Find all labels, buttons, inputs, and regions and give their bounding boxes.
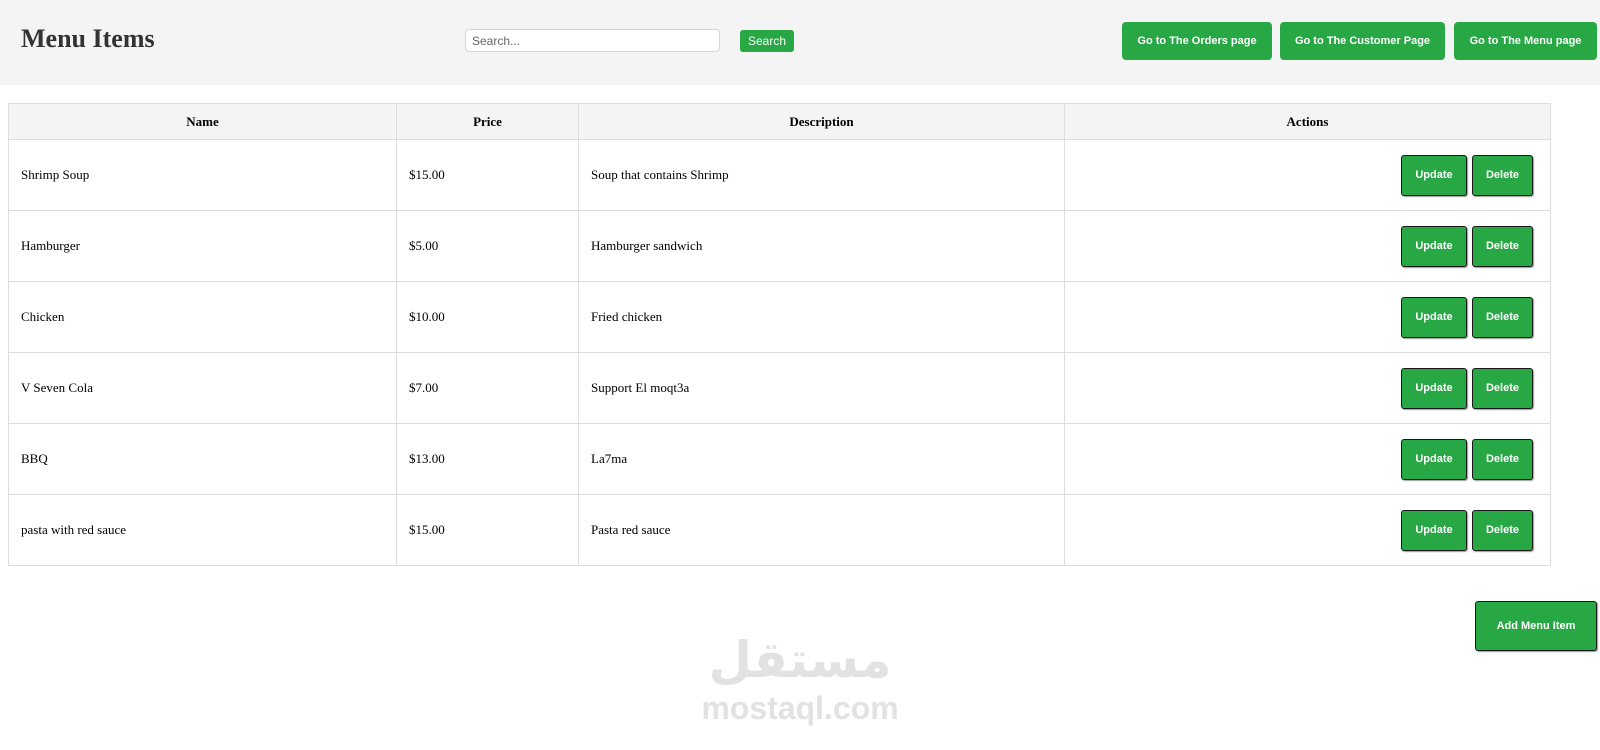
delete-button[interactable]: Delete [1472, 296, 1533, 338]
search-button[interactable]: Search [740, 30, 794, 52]
item-price: $10.00 [396, 281, 579, 353]
item-actions: Update Delete [1064, 139, 1551, 211]
item-actions: Update Delete [1064, 281, 1551, 353]
item-actions: Update Delete [1064, 423, 1551, 495]
table-header-row: Name Price Description Actions [8, 103, 1551, 140]
item-name: Chicken [8, 281, 397, 353]
item-description: Soup that contains Shrimp [578, 139, 1065, 211]
item-description: Fried chicken [578, 281, 1065, 353]
update-button[interactable]: Update [1401, 154, 1467, 196]
item-description: Pasta red sauce [578, 494, 1065, 566]
update-button[interactable]: Update [1401, 438, 1467, 480]
add-menu-item-button[interactable]: Add Menu Item [1475, 601, 1597, 651]
delete-button[interactable]: Delete [1472, 367, 1533, 409]
item-name: Shrimp Soup [8, 139, 397, 211]
delete-button[interactable]: Delete [1472, 509, 1533, 551]
item-price: $15.00 [396, 494, 579, 566]
update-button[interactable]: Update [1401, 509, 1467, 551]
watermark-logo: مستقل [708, 631, 892, 689]
menu-items-table: Name Price Description Actions Shrimp So… [8, 103, 1551, 566]
delete-button[interactable]: Delete [1472, 438, 1533, 480]
item-description: La7ma [578, 423, 1065, 495]
top-bar: Menu Items Search Go to The Orders page … [0, 0, 1600, 85]
item-actions: Update Delete [1064, 352, 1551, 424]
item-name: V Seven Cola [8, 352, 397, 424]
item-price: $5.00 [396, 210, 579, 282]
column-header-price: Price [396, 103, 579, 140]
item-actions: Update Delete [1064, 210, 1551, 282]
orders-page-button[interactable]: Go to The Orders page [1122, 22, 1272, 60]
item-name: BBQ [8, 423, 397, 495]
item-price: $15.00 [396, 139, 579, 211]
table-row: Hamburger $5.00 Hamburger sandwich Updat… [8, 210, 1551, 282]
item-actions: Update Delete [1064, 494, 1551, 566]
table-row: V Seven Cola $7.00 Support El moqt3a Upd… [8, 352, 1551, 424]
column-header-actions: Actions [1064, 103, 1551, 140]
item-description: Hamburger sandwich [578, 210, 1065, 282]
delete-button[interactable]: Delete [1472, 154, 1533, 196]
search-input[interactable] [465, 29, 720, 52]
page-title: Menu Items [21, 24, 155, 53]
watermark-text: mostaql.com [701, 690, 899, 726]
column-header-name: Name [8, 103, 397, 140]
delete-button[interactable]: Delete [1472, 225, 1533, 267]
column-header-description: Description [578, 103, 1065, 140]
item-name: Hamburger [8, 210, 397, 282]
item-price: $13.00 [396, 423, 579, 495]
table-row: Shrimp Soup $15.00 Soup that contains Sh… [8, 139, 1551, 211]
item-description: Support El moqt3a [578, 352, 1065, 424]
menu-page-button[interactable]: Go to The Menu page [1454, 22, 1597, 60]
table-row: Chicken $10.00 Fried chicken Update Delet… [8, 281, 1551, 353]
table-row: pasta with red sauce $15.00 Pasta red sa… [8, 494, 1551, 566]
customer-page-button[interactable]: Go to The Customer Page [1280, 22, 1445, 60]
item-name: pasta with red sauce [8, 494, 397, 566]
update-button[interactable]: Update [1401, 367, 1467, 409]
update-button[interactable]: Update [1401, 296, 1467, 338]
update-button[interactable]: Update [1401, 225, 1467, 267]
watermark: مستقل mostaql.com [680, 630, 920, 740]
table-row: BBQ $13.00 La7ma Update Delete [8, 423, 1551, 495]
item-price: $7.00 [396, 352, 579, 424]
